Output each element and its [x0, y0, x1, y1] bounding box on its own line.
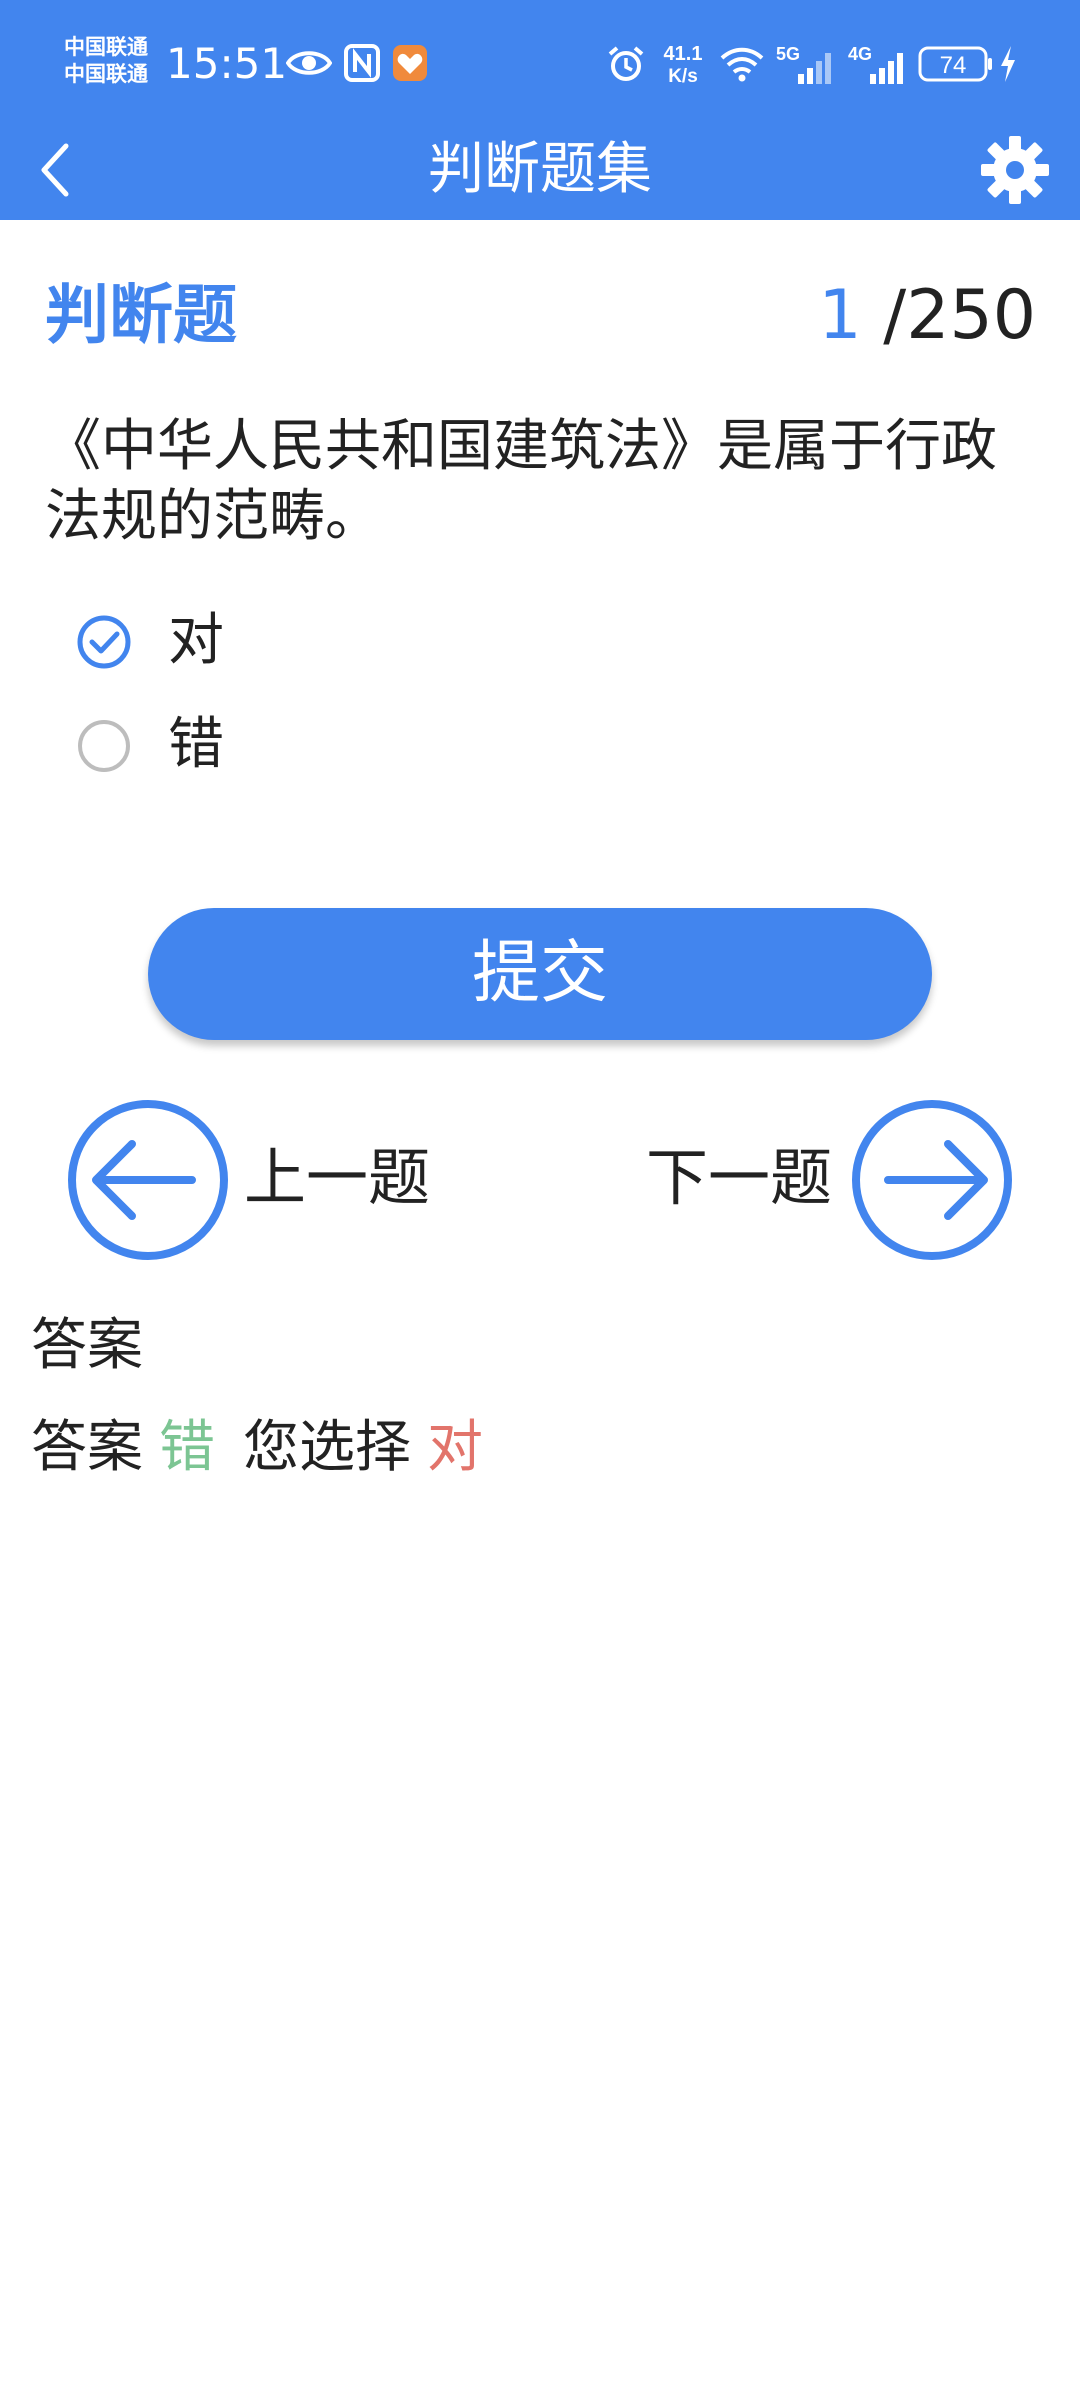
next-question-label: 下一题	[646, 1141, 833, 1214]
option-label: 错	[168, 712, 224, 777]
arrow-left-circle-icon[interactable]	[66, 1098, 230, 1262]
question-text: 《中华人民共和国建筑法》是属于行政法规的范畴。	[45, 414, 997, 549]
wifi-icon	[720, 47, 764, 82]
section-title: 判断题	[45, 279, 237, 353]
radio-unchecked-icon[interactable]	[76, 718, 132, 774]
carrier-2: 中国联通	[64, 62, 148, 86]
signal-icon: 4G	[848, 44, 903, 84]
signal-icon: 5G	[776, 44, 831, 84]
status-bar: 中国联通 中国联通 15:51 41.1 K/s 5G 4G 74	[0, 0, 1080, 130]
alarm-icon	[608, 46, 644, 81]
charging-bolt-icon	[1001, 46, 1015, 82]
settings-button[interactable]	[975, 130, 1055, 210]
page-title: 判断题集	[428, 137, 652, 202]
net-speed-value: 41.1	[664, 43, 703, 65]
carrier-names: 中国联通 中国联通	[64, 34, 148, 88]
radio-checked-icon[interactable]	[76, 614, 132, 670]
chosen-prefix: 您选择	[243, 1415, 411, 1480]
chevron-left-icon	[41, 143, 69, 197]
signal-1-label: 5G	[776, 44, 800, 64]
net-speed-unit: K/s	[668, 66, 698, 86]
question-counter: 1 /250	[818, 274, 1036, 358]
prev-question-button[interactable]: 上一题	[66, 1098, 446, 1266]
next-question-button[interactable]: 下一题	[640, 1098, 1016, 1266]
nfc-icon	[344, 44, 380, 82]
answer-heading: 答案	[31, 1313, 143, 1378]
option-false[interactable]: 错	[72, 700, 572, 790]
chosen-answer: 对	[427, 1415, 483, 1480]
option-true[interactable]: 对	[72, 596, 572, 686]
carrier-1: 中国联通	[64, 35, 148, 59]
back-button[interactable]	[30, 132, 90, 208]
gear-icon	[981, 136, 1049, 204]
app-header: 中国联通 中国联通 15:51 41.1 K/s 5G 4G 74 判断题集	[0, 0, 1080, 220]
arrow-right-circle-icon[interactable]	[850, 1098, 1014, 1262]
signal-2-label: 4G	[848, 44, 872, 64]
correct-answer: 错	[159, 1415, 215, 1480]
answer-result: 答案错您选择对	[31, 1408, 483, 1488]
submit-button[interactable]: 提交	[148, 908, 932, 1040]
option-label: 对	[168, 608, 224, 673]
net-speed: 41.1 K/s	[664, 43, 703, 86]
app-heart-icon	[393, 45, 427, 81]
current-question-number: 1	[818, 276, 862, 355]
total-questions: /250	[883, 276, 1036, 355]
eye-icon	[286, 51, 332, 75]
battery-level: 74	[940, 52, 967, 79]
title-bar: 判断题集	[0, 120, 1080, 220]
answer-prefix: 答案	[31, 1415, 143, 1480]
prev-question-label: 上一题	[244, 1141, 431, 1214]
battery-icon: 74	[918, 46, 992, 82]
status-time: 15:51	[166, 39, 288, 88]
